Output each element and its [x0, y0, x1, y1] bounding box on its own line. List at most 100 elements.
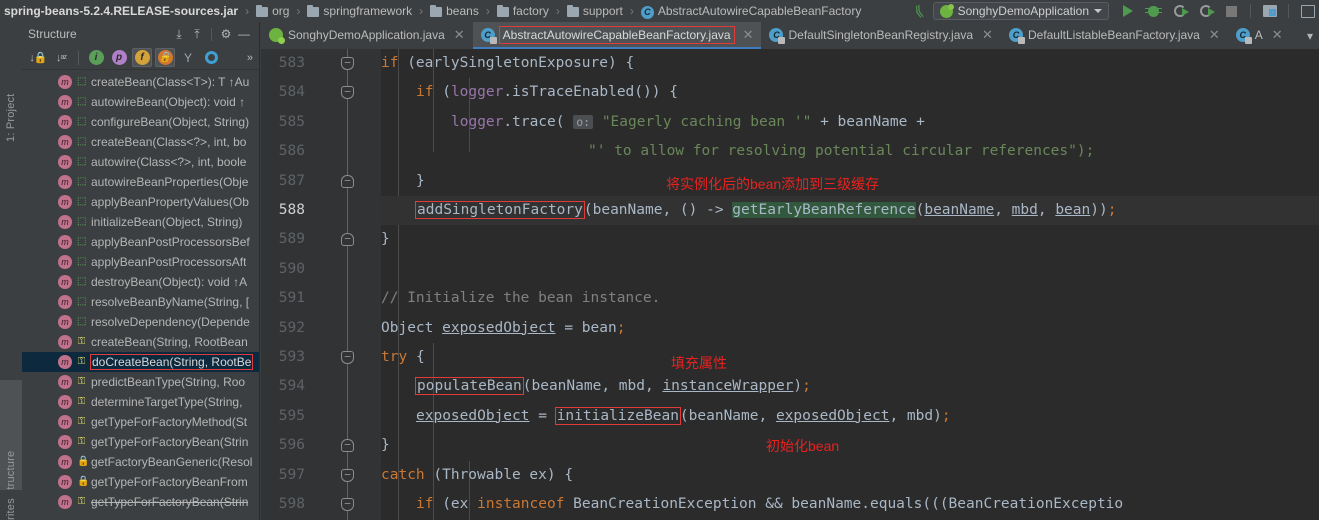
sort-alpha-icon[interactable]: ↓ az [51, 48, 71, 67]
minimize-icon[interactable]: — [235, 25, 253, 43]
gear-icon[interactable]: ⚙ [217, 25, 235, 43]
fold-marker[interactable]: − [341, 439, 354, 453]
breadcrumb-item-beans[interactable]: beans [428, 0, 481, 22]
structure-member-item[interactable]: m ⬚ applyBeanPostProcessorsAft [22, 252, 259, 272]
close-icon[interactable]: ✕ [1209, 27, 1220, 43]
circle-icon[interactable] [201, 48, 221, 67]
editor-tab[interactable]: C A ✕ [1228, 22, 1291, 49]
public-visibility-icon: ⬚ [77, 256, 87, 267]
structure-member-label: createBean(String, RootBean [91, 335, 248, 349]
structure-member-item[interactable]: m ⬚ applyBeanPropertyValues(Ob [22, 192, 259, 212]
fold-marker[interactable]: − [341, 468, 354, 482]
line-number-gutter: 583 584 585 586 587 588 589 590 591 592 593 594 595 5… [261, 49, 313, 520]
code-line-593: try { [381, 349, 425, 365]
structure-member-item[interactable]: m ⬚ destroyBean(Object): void ↑A [22, 272, 259, 292]
structure-member-item[interactable]: m ⬚ resolveBeanByName(String, [ [22, 292, 259, 312]
fold-marker[interactable]: − [341, 174, 354, 188]
structure-member-item[interactable]: m ⬚ createBean(Class<?>, int, bo [22, 132, 259, 152]
structure-member-item[interactable]: m ⚿ predictBeanType(String, Roo [22, 372, 259, 392]
structure-member-item[interactable]: m ⚿ getTypeForFactoryMethod(St [22, 412, 259, 432]
breadcrumb-item-factory[interactable]: factory [495, 0, 551, 22]
sort-visibility-icon[interactable]: ↓🔒 [28, 48, 48, 67]
structure-member-item[interactable]: m ⚿ createBean(String, RootBean [22, 332, 259, 352]
chevrons-right-icon[interactable]: » [247, 52, 253, 64]
editor-tab[interactable]: C DefaultSingletonBeanRegistry.java ✕ [761, 22, 1000, 49]
structure-member-item[interactable]: m ⬚ createBean(Class<T>): T ↑Au [22, 72, 259, 92]
public-visibility-icon: ⬚ [77, 176, 87, 187]
collapse-all-icon[interactable]: ⤒ [188, 25, 206, 43]
line-number: 583 [278, 55, 305, 71]
database-button[interactable] [1262, 4, 1277, 19]
fold-marker[interactable]: − [341, 351, 354, 364]
structure-member-list[interactable]: m ⬚ createBean(Class<T>): T ↑Au m ⬚ autowireB… [22, 70, 259, 520]
method-icon: m [58, 435, 72, 449]
structure-member-item[interactable]: m ⬚ configureBean(Object, String) [22, 112, 259, 132]
breadcrumb-jar[interactable]: spring-beans-5.2.4.RELEASE-sources.jar [0, 0, 240, 22]
run-configuration-selector[interactable]: SonghyDemoApplication [932, 2, 1109, 20]
structure-member-item[interactable]: m 🔒 getFactoryBeanGeneric(Resol [22, 452, 259, 472]
inherited-icon[interactable]: i [86, 48, 106, 67]
run-button[interactable] [1120, 4, 1135, 19]
close-icon[interactable]: ✕ [982, 27, 993, 43]
fold-gutter[interactable]: − − − − − − − − [313, 49, 381, 520]
structure-member-item[interactable]: m ⬚ resolveDependency(Depende [22, 312, 259, 332]
structure-member-item[interactable]: m ⚿ doCreateBean(String, RootBe [22, 352, 259, 372]
structure-member-item[interactable]: m ⬚ autowire(Class<?>, int, boole [22, 152, 259, 172]
annotation-initialize-bean: 初始化bean [766, 438, 840, 454]
sidebar-item-project[interactable]: 1: Project [0, 22, 22, 142]
profile-button[interactable] [1198, 4, 1215, 19]
code-content[interactable]: if (earlySingletonExposure) { if (logger… [381, 49, 1319, 520]
stop-button[interactable] [1224, 4, 1239, 19]
fold-marker[interactable]: − [341, 86, 354, 100]
debug-button[interactable] [1145, 4, 1162, 19]
structure-member-item[interactable]: m ⚿ determineTargetType(String, [22, 392, 259, 412]
structure-member-item[interactable]: m ⬚ applyBeanPostProcessorsBef [22, 232, 259, 252]
close-icon[interactable]: ✕ [1272, 27, 1283, 43]
fold-marker[interactable]: − [341, 233, 354, 247]
editor-tab[interactable]: C AbstractAutowireCapableBeanFactory.java… [472, 22, 762, 49]
structure-member-item[interactable]: m ⚿ getTypeForFactoryBean(Strin [22, 432, 259, 452]
panel-button[interactable] [1300, 4, 1315, 19]
method-icon: m [58, 355, 72, 369]
editor-tab-label: AbstractAutowireCapableBeanFactory.java [498, 25, 735, 44]
chevron-down-icon [1094, 9, 1102, 13]
editor-tab-label: DefaultListableBeanFactory.java [1027, 27, 1200, 42]
class-icon: C [640, 5, 654, 19]
close-icon[interactable]: ✕ [743, 27, 754, 43]
protected-visibility-icon: ⚿ [77, 396, 86, 407]
structure-member-label: autowire(Class<?>, int, boole [91, 155, 247, 169]
structure-member-label: getTypeForFactoryBean(Strin [91, 435, 249, 449]
sidebar-item-favorites[interactable]: rites [0, 490, 22, 520]
code-line-596: } [381, 437, 390, 454]
fields-icon[interactable]: f [132, 48, 152, 67]
structure-member-item[interactable]: m 🔒 getTypeForFactoryBeanFrom [22, 472, 259, 492]
protected-visibility-icon: ⚿ [77, 496, 86, 507]
expand-all-icon[interactable]: ⤓ [170, 25, 188, 43]
breadcrumb-item-springframework[interactable]: springframework [305, 0, 414, 22]
code-line-586: "' to allow for resolving potential circ… [588, 143, 1095, 160]
structure-member-item[interactable]: m ⚿ getTypeForFactoryBean(Strin [22, 492, 259, 512]
lock-icon[interactable]: 🔒 [155, 48, 175, 67]
editor-tab[interactable]: C DefaultListableBeanFactory.java ✕ [1001, 22, 1228, 49]
tab-list-chevron-down-icon[interactable]: ▾ [1301, 22, 1319, 49]
structure-member-item[interactable]: m ⬚ initializeBean(Object, String) [22, 212, 259, 232]
breadcrumb-item-org[interactable]: org [254, 0, 291, 22]
code-editor[interactable]: 583 584 585 586 587 588 589 590 591 592 593 594 595 5… [261, 49, 1319, 520]
fold-marker[interactable]: − [341, 57, 354, 70]
private-visibility-icon: 🔒 [77, 456, 90, 467]
close-icon[interactable]: ✕ [454, 27, 465, 43]
structure-member-item[interactable]: m ⬚ autowireBean(Object): void ↑ [22, 92, 259, 112]
build-icon[interactable]: ⟪ [912, 2, 925, 21]
run-with-coverage-button[interactable] [1172, 4, 1189, 19]
structure-member-item[interactable]: m ⬚ autowireBeanProperties(Obje [22, 172, 259, 192]
group-icon[interactable]: Y [178, 48, 198, 67]
breadcrumb-item-class[interactable]: C AbstractAutowireCapableBeanFactory [639, 0, 863, 22]
code-line-583: if (earlySingletonExposure) { [381, 55, 635, 71]
editor-tab-bar: SonghyDemoApplication.java ✕ C AbstractAuto… [261, 22, 1319, 49]
editor-tab[interactable]: SonghyDemoApplication.java ✕ [261, 22, 473, 49]
properties-icon[interactable]: p [109, 48, 129, 67]
breadcrumb-item-support[interactable]: support [565, 0, 625, 22]
method-icon: m [58, 135, 72, 149]
breadcrumb-item-label: AbstractAutowireCapableBeanFactory [657, 4, 862, 18]
fold-marker[interactable]: − [341, 498, 354, 511]
